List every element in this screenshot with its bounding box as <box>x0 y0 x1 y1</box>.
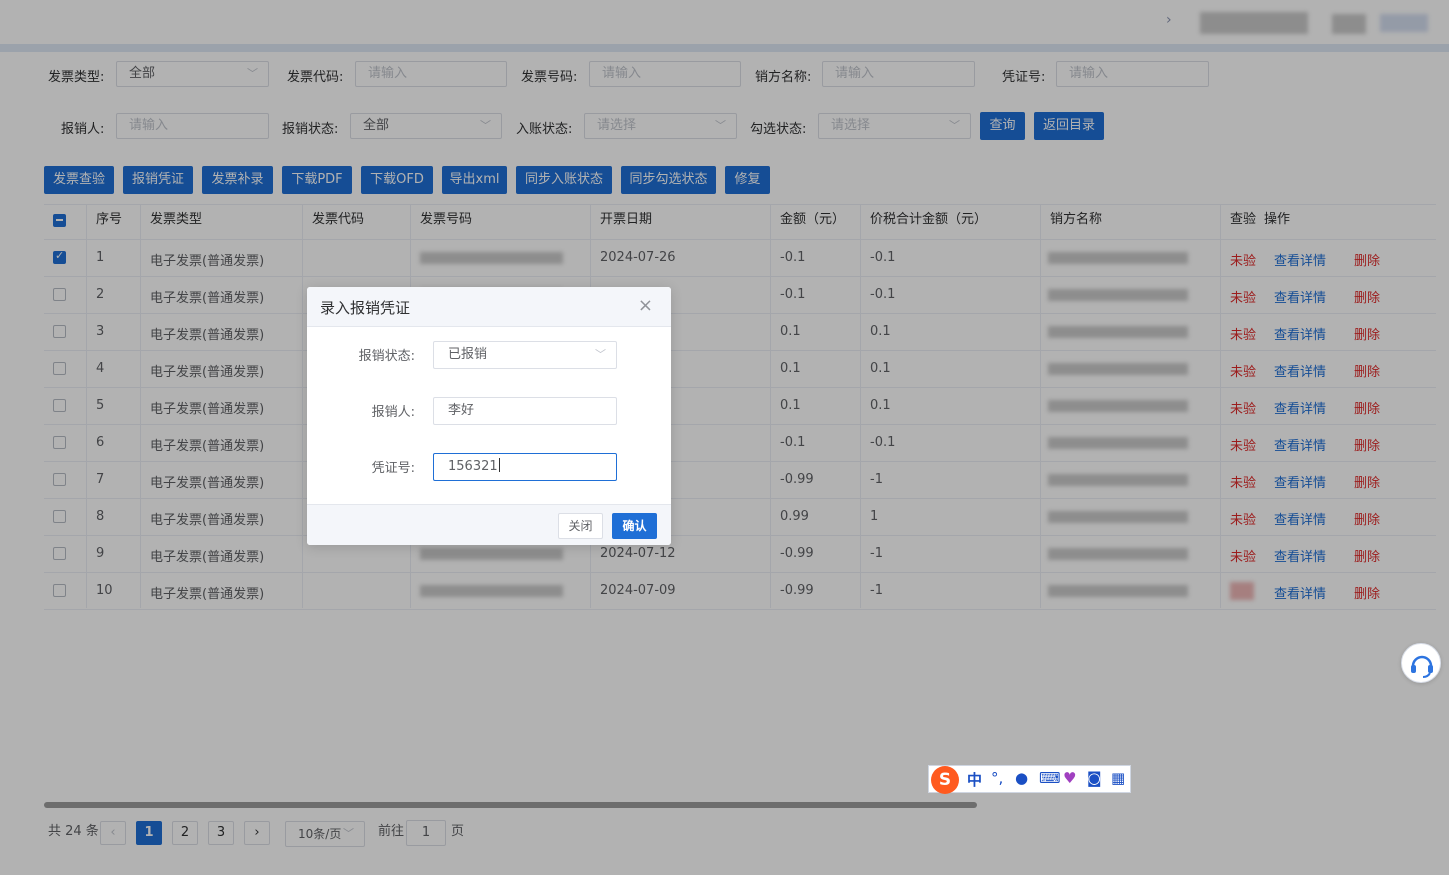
support-chat-icon[interactable] <box>1401 643 1441 683</box>
dialog-title: 录入报销凭证 <box>320 299 411 317</box>
dialog-voucher-label: 凭证号: <box>371 461 415 476</box>
punctuation-icon[interactable]: °, <box>991 769 1003 787</box>
text-cursor <box>498 458 500 472</box>
dialog-status-label: 报销状态: <box>358 349 415 364</box>
dialog-status-select[interactable]: 已报销 ﹀ <box>433 341 617 369</box>
dialog-status-value: 已报销 <box>448 347 488 362</box>
close-icon[interactable]: × <box>638 295 653 316</box>
dialog-confirm-button[interactable]: 确认 <box>612 513 657 539</box>
dialog-voucher-value: 156321 <box>448 459 498 474</box>
dialog-person-label: 报销人: <box>371 405 415 420</box>
dialog-header: 录入报销凭证 × <box>307 287 671 327</box>
voucher-dialog: 录入报销凭证 × 报销状态: 已报销 ﹀ 报销人: 李好 凭证号: 156321 … <box>307 287 671 545</box>
sogou-logo-icon: S <box>931 766 959 794</box>
dialog-voucher-input[interactable]: 156321 <box>433 453 617 481</box>
chevron-down-icon: ﹀ <box>595 348 606 361</box>
apps-grid-icon[interactable]: ▦ <box>1111 769 1125 787</box>
dialog-person-input[interactable]: 李好 <box>433 397 617 425</box>
ime-toolbar[interactable]: S 中 °, ● ⌨ ♥ ◙ ▦ <box>928 765 1131 794</box>
ime-lang-toggle[interactable]: 中 <box>967 769 982 790</box>
modal-overlay[interactable] <box>0 0 1449 875</box>
dialog-footer: 关闭 确认 <box>307 504 671 545</box>
gamepad-icon[interactable]: ◙ <box>1087 769 1102 787</box>
microphone-icon[interactable]: ● <box>1015 769 1028 787</box>
dialog-close-button[interactable]: 关闭 <box>558 513 603 539</box>
skin-icon[interactable]: ♥ <box>1063 769 1076 787</box>
keyboard-icon[interactable]: ⌨ <box>1039 769 1061 787</box>
